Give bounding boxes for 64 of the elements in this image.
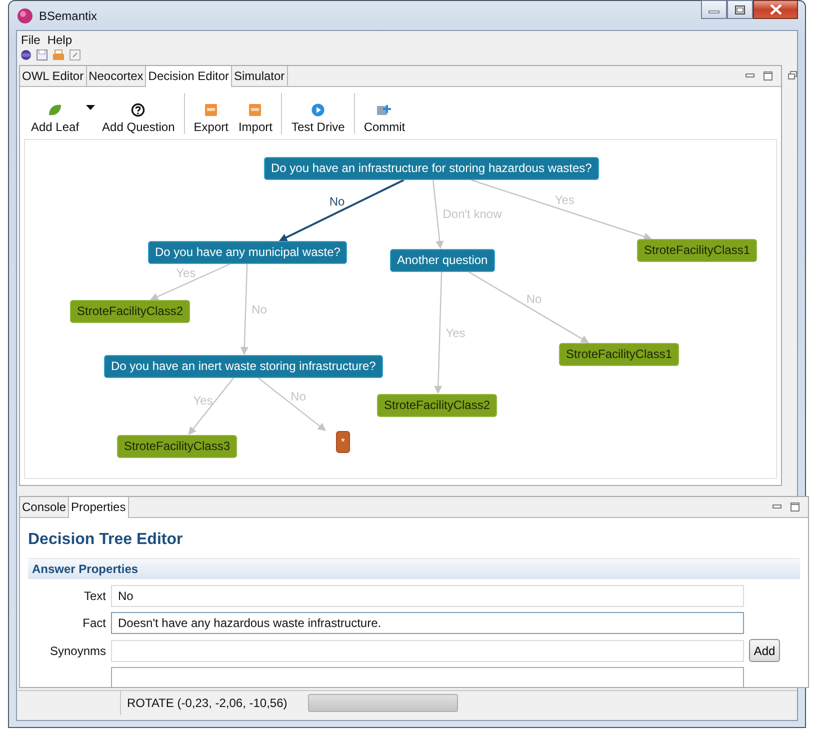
tab[interactable]: Decision Editor <box>146 66 232 87</box>
toolbar-button[interactable]: Add Question <box>99 93 178 134</box>
resize-icon[interactable] <box>69 49 81 61</box>
tab[interactable]: OWL Editor <box>20 66 87 86</box>
menu-item[interactable]: File <box>21 32 40 46</box>
field-label: Text <box>82 589 106 603</box>
window-title: BSemantix <box>39 8 98 22</box>
minimize-button[interactable] <box>701 0 727 19</box>
edge-label: No <box>252 302 267 316</box>
class-node[interactable]: StroteFacilityClass2 <box>70 300 190 323</box>
class-node[interactable]: StroteFacilityClass1 <box>637 239 758 262</box>
maximize-icon <box>734 4 746 14</box>
save-icon[interactable] <box>36 49 48 61</box>
edge-label: No <box>329 194 345 209</box>
input-field[interactable]: No <box>111 585 744 607</box>
play-icon <box>311 103 326 117</box>
maximize-button[interactable] <box>727 0 753 19</box>
menu-item[interactable]: Help <box>47 32 72 46</box>
help-icon <box>131 103 146 117</box>
toolbar-button[interactable]: Add Leaf <box>28 93 82 134</box>
field-label: Synoynms <box>48 644 106 658</box>
edge-label: Yes <box>176 266 196 280</box>
edge-label: Don't know <box>442 206 502 221</box>
close-button[interactable] <box>753 0 798 19</box>
maximize-icon[interactable] <box>790 502 800 512</box>
leaf-icon <box>47 103 64 117</box>
caret-icon[interactable] <box>86 105 96 110</box>
add-button[interactable]: Add <box>749 639 780 662</box>
toolbar-button[interactable]: Export <box>190 93 232 134</box>
app-icon <box>17 8 33 24</box>
status-text: ROTATE (-0,23, -2,06, -10,56) <box>126 696 288 710</box>
globe-icon[interactable] <box>20 49 32 61</box>
empty-node[interactable]: * <box>336 431 350 453</box>
panel-heading: Decision Tree Editor <box>28 531 184 549</box>
question-node[interactable]: Do you have an inert waste storing infrastructure? <box>104 355 383 378</box>
close-icon <box>770 4 782 15</box>
edge-label: No <box>526 292 542 306</box>
edge-label: Yes <box>554 193 574 207</box>
class-node[interactable]: StroteFacilityClass1 <box>559 343 680 366</box>
tab[interactable]: Simulator <box>232 66 288 86</box>
maximize-icon[interactable] <box>763 71 774 81</box>
toolbar-button[interactable]: Commit <box>360 93 408 134</box>
restore-icon[interactable] <box>788 71 797 80</box>
document-icon <box>204 103 218 117</box>
question-node[interactable]: Do you have any municipal waste? <box>148 241 348 264</box>
printer-icon[interactable] <box>52 49 65 61</box>
question-node[interactable]: Another question <box>390 249 495 272</box>
minimize-icon[interactable] <box>745 72 756 80</box>
section-title: Answer Properties <box>32 562 138 576</box>
toolbar-button[interactable]: Test Drive <box>288 93 348 134</box>
input-field[interactable] <box>111 640 744 662</box>
minimize-icon[interactable] <box>772 503 782 511</box>
edge-label: No <box>290 390 306 404</box>
document-icon <box>248 103 262 117</box>
class-node[interactable]: StroteFacilityClass2 <box>377 394 498 417</box>
toolbar-button[interactable]: Import <box>235 93 276 134</box>
field-label: Fact <box>82 616 106 630</box>
edge-label: Yes <box>193 393 213 408</box>
class-node[interactable]: StroteFacilityClass3 <box>117 435 238 458</box>
tab[interactable]: Properties <box>69 497 129 518</box>
input-field[interactable]: Doesn't have any hazardous waste infrastructure. <box>111 612 744 634</box>
question-node[interactable]: Do you have an infrastructure for storing hazardous wastes? <box>264 157 599 180</box>
edge-arrow[interactable] <box>278 179 404 242</box>
edge-label: Yes <box>446 326 466 340</box>
